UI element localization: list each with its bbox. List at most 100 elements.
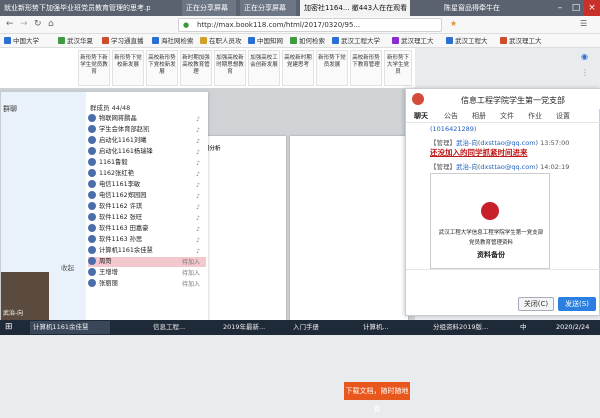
browser-tab-pdf[interactable]: 就业新形势下加强毕业班党员教育管理的思考.pdf - 360校园文档 [0,0,150,16]
restore-icon[interactable]: □ [568,0,584,16]
camera-feed: 武治-向 [1,272,49,322]
bookmark-icon [290,37,297,44]
bookmark-item[interactable]: 在职人员攻 [200,35,242,47]
status-text: 待加入 [181,270,200,277]
list-item[interactable]: 王增增 待加入 [88,268,206,278]
group-video-pane: 群聊 收起 武治-向 [1,92,86,322]
related-doc-thumb[interactable]: 高校新形势下教育管理 [350,50,382,86]
mic-icon: ♪ [196,171,200,178]
download-doc-button[interactable]: 下载文档，随时随地看 [344,382,410,413]
bookmark-icon [500,37,507,44]
bookmark-item[interactable]: 武汉工程大学 [332,35,380,47]
bookmark-icon [446,37,453,44]
related-doc-thumb[interactable]: 新形势下党校新发展 [112,50,144,86]
bookmark-item[interactable]: 海社网检索 [152,35,194,47]
bookmark-item[interactable]: 武汉工程大 [446,35,488,47]
avatar [88,158,96,166]
qq-group-panel: 群聊 收起 武治-向 群成员 44/48 物联网蒋鹏晶 ♪ 学生会体育部赵凯 ♪ 启… [0,91,208,322]
taskbar-item[interactable]: 2019年最新... [220,321,280,334]
list-item[interactable]: 学生会体育部赵凯 ♪ [88,125,206,135]
list-item[interactable]: 软件1163 田嘉豪 ♪ [88,224,206,234]
shared-document-preview[interactable]: 武汉工程大学信息工程学院学生第一党支部 党员教育管理资料 资料备份 [430,173,550,269]
related-docs-strip: 新形势下新学生党员教育 新形势下党校新发展 高校新形势下党校新发展 新时期加强高… [0,48,415,88]
taskbar-item[interactable]: 分组资料2019版... [430,321,500,334]
refresh-icon[interactable]: ↻ [34,19,42,29]
mic-icon: ♪ [196,215,200,222]
list-item[interactable]: 启动化1161杨瑞锋 ♪ [88,147,206,157]
send-button[interactable]: 发送(S) [558,297,596,311]
close-chat-button[interactable]: 关闭(C) [518,297,554,311]
minimize-icon[interactable]: – [552,0,568,16]
related-doc-thumb[interactable]: 新形势下党员发展 [316,50,348,86]
windows-taskbar: ⊞ 计算机1161余佳慧 信息工程... 2019年最新... 入门手册 计算机… [0,320,600,335]
taskbar-item[interactable]: 计算机... [360,321,420,334]
avatar [88,147,96,155]
list-item[interactable]: 1161鲁毅 ♪ [88,158,206,168]
bookmark-item[interactable]: 武汉理工大 [500,35,542,47]
list-item[interactable]: 软件1162 张旺 ♪ [88,213,206,223]
ime-indicator[interactable]: 中 [520,320,527,335]
start-icon[interactable]: ⊞ [2,321,16,334]
list-item[interactable]: 软件1163 孙思 ♪ [88,235,206,245]
related-doc-thumb[interactable]: 加强高校新时期思想教育 [214,50,246,86]
mic-icon: ♪ [196,138,200,145]
menu-icon[interactable]: ☰ [580,19,587,28]
tab-settings[interactable]: 设置 [556,111,570,121]
browser-tab-strip: 就业新形势下加强毕业班党员教育管理的思考.pdf - 360校园文档 正在分享屏… [0,0,600,16]
member-count: 群成员 44/48 [90,104,131,112]
url-input[interactable]: ● http://max.book118.com/html/2017/0320/… [178,18,442,32]
list-item[interactable]: 物联网蒋鹏晶 ♪ [88,114,206,124]
browser-tab-share-1[interactable]: 正在分享屏幕 [182,0,236,16]
tab-chat[interactable]: 聊天 [414,111,428,121]
list-item[interactable]: 张丽丽 待加入 [88,279,206,289]
forward-icon[interactable]: → [20,19,28,29]
side-toggle-icon[interactable]: ◉ [581,52,588,61]
bookmark-item[interactable]: 学习通直播 [102,35,144,47]
browser-right-label: 陈星窗品得牵牛在 [444,4,500,12]
avatar [88,235,96,243]
tab-files[interactable]: 文件 [500,111,514,121]
star-icon[interactable]: ★ [450,19,457,28]
tab-homework[interactable]: 作业 [528,111,542,121]
bookmark-item[interactable]: 如何检索 [290,35,325,47]
tab-announcement[interactable]: 公告 [444,111,458,121]
related-doc-thumb[interactable]: 高校新形势下党校新发展 [146,50,178,86]
side-menu-icon[interactable]: ⋮ [581,68,589,77]
related-doc-thumb[interactable]: 高校新时期党建思考 [282,50,314,86]
list-item[interactable]: 计算机1161余佳慧 ♪ [88,246,206,256]
lock-icon: ● [183,21,190,29]
bookmark-item[interactable]: 武汉华夏 [58,35,93,47]
bookmark-icon [332,37,339,44]
related-doc-thumb[interactable]: 新形势下新学生党员教育 [78,50,110,86]
avatar [88,114,96,122]
bookmark-item[interactable]: 中国知网 [248,35,283,47]
bookmark-icon [4,37,11,44]
list-item[interactable]: 1162张红艳 ♪ [88,169,206,179]
browser-tab-live[interactable]: 加密社1164... 撤443人在在观看 [300,0,410,16]
list-item[interactable]: 周哥 待加入 [88,257,206,267]
list-item[interactable]: 电信1161李敏 ♪ [88,180,206,190]
taskbar-item[interactable]: 信息工程... [150,321,210,334]
tab-album[interactable]: 相册 [472,111,486,121]
collapse-button[interactable]: 收起 [1,262,86,272]
status-text: 待加入 [181,259,200,266]
group-pane-title: 群聊 [3,105,17,113]
browser-tab-share-2[interactable]: 正在分享屏幕 [240,0,296,16]
list-item[interactable]: 启动化1161刘曦 ♪ [88,136,206,146]
bookmark-item[interactable]: 中国大学 [4,35,39,47]
close-icon[interactable]: × [584,0,600,16]
related-doc-thumb[interactable]: 新形势下大学生党员 [384,50,412,86]
pdf-page-left: 展分析 [196,136,286,320]
related-doc-thumb[interactable]: 新时期加强高校教育管理 [180,50,212,86]
home-icon[interactable]: ⌂ [48,19,54,29]
qq-chat-window: 信息工程学院学生第一党支部 聊天 公告 相册 文件 作业 设置 (1016421… [405,88,600,316]
bookmark-item[interactable]: 武汉理工大 [392,35,434,47]
avatar [88,191,96,199]
back-icon[interactable]: ← [6,19,14,29]
member-list: 群成员 44/48 物联网蒋鹏晶 ♪ 学生会体育部赵凯 ♪ 启动化1161刘曦 ♪ 启… [86,92,208,322]
related-doc-thumb[interactable]: 加强高校工会创新发展 [248,50,280,86]
taskbar-item[interactable]: 入门手册 [290,321,350,334]
list-item[interactable]: 软件1162 许琪 ♪ [88,202,206,212]
taskbar-item[interactable]: 计算机1161余佳慧 [30,321,110,334]
list-item[interactable]: 电信1162郑园园 ♪ [88,191,206,201]
